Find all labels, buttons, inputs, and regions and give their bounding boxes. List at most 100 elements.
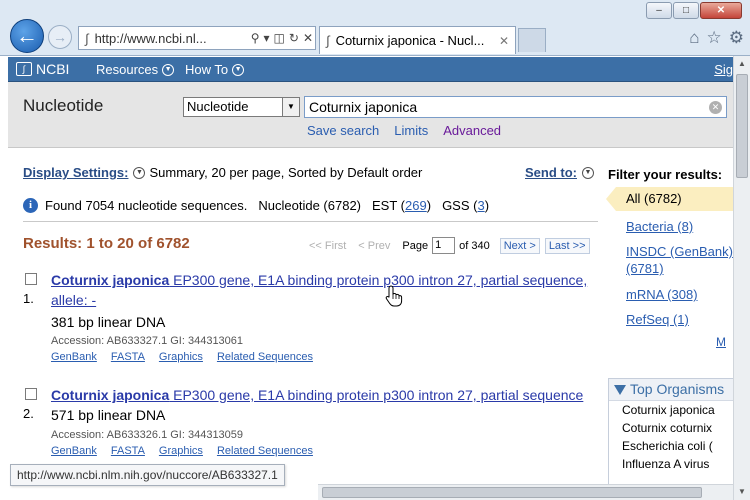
maximize-button[interactable]: □ (673, 2, 699, 19)
save-search-link[interactable]: Save search (307, 123, 379, 138)
last-page-link[interactable]: Last >> (544, 237, 590, 254)
scroll-down-icon[interactable]: ▼ (734, 484, 750, 500)
ncbi-favicon-icon: ∫ (85, 30, 89, 46)
close-window-button[interactable]: ✕ (700, 2, 742, 19)
filter-title: Filter your results: (608, 167, 723, 182)
next-page-link[interactable]: Next > (499, 237, 540, 254)
stop-icon[interactable]: ✕ (303, 31, 313, 45)
tools-gear-icon[interactable]: ⚙ (729, 28, 744, 48)
home-icon[interactable]: ⌂ (689, 28, 699, 48)
close-tab-icon[interactable]: ✕ (499, 34, 509, 48)
organism-item[interactable]: Coturnix japonica (609, 401, 733, 419)
address-url: http://www.ncbi.nl... (94, 30, 207, 46)
hscroll-thumb[interactable] (322, 487, 702, 498)
vertical-scrollbar[interactable]: ▲ ▼ (733, 56, 750, 500)
window-controls: – □ ✕ (645, 2, 742, 19)
divider (23, 221, 598, 222)
database-title: Nucleotide (23, 96, 104, 115)
page-number-input[interactable]: 1 (432, 237, 456, 254)
est-count-link[interactable]: 269 (405, 198, 427, 213)
top-organisms-header[interactable]: Top Organisms (609, 379, 733, 401)
result-links: GenBank FASTA Graphics Related Sequences (51, 445, 327, 457)
refresh-icon[interactable]: ↻ (289, 31, 299, 45)
fasta-link[interactable]: FASTA (111, 351, 145, 363)
filter-all[interactable]: All (6782) (606, 187, 733, 211)
organism-item[interactable]: Escherichia coli ( (609, 437, 733, 455)
sign-in-link[interactable]: Sig (714, 62, 733, 77)
clear-search-icon[interactable]: ✕ (709, 101, 722, 114)
result-item: 1. Coturnix japonica EP300 gene, E1A bin… (23, 270, 603, 370)
browser-tab[interactable]: ∫ Coturnix japonica - Nucl... ✕ (319, 26, 516, 54)
display-settings-row: Display Settings: ▼ Summary, 20 per page… (23, 165, 598, 180)
status-bar-url: http://www.ncbi.nlm.nih.gov/nuccore/AB63… (10, 464, 285, 486)
filter-insdc[interactable]: INSDC (GenBank) (6781) (626, 243, 733, 277)
pager: << First < Prev Page 1 of 340 Next > Las… (309, 237, 595, 254)
search-links: Save search Limits Advanced (307, 123, 516, 138)
graphics-link[interactable]: Graphics (159, 351, 203, 363)
limits-link[interactable]: Limits (394, 123, 428, 138)
genbank-link[interactable]: GenBank (51, 351, 97, 363)
found-summary: i Found 7054 nucleotide sequences. Nucle… (23, 198, 489, 213)
related-sequences-link[interactable]: Related Sequences (217, 351, 313, 363)
display-settings-value: Summary, 20 per page, Sorted by Default … (149, 165, 423, 180)
first-page-link[interactable]: << First (309, 240, 346, 252)
genbank-link[interactable]: GenBank (51, 445, 97, 457)
result-checkbox[interactable] (25, 273, 37, 285)
chevron-down-icon: ▼ (232, 63, 245, 76)
hand-cursor-icon (385, 285, 403, 307)
main-content: Display Settings: ▼ Summary, 20 per page… (8, 149, 733, 500)
result-number: 2. (23, 406, 34, 421)
compat-view-icon[interactable]: ◫ (274, 31, 285, 45)
graphics-link[interactable]: Graphics (159, 445, 203, 457)
result-length: 571 bp linear DNA (51, 407, 166, 423)
scroll-up-icon[interactable]: ▲ (734, 56, 750, 72)
address-bar[interactable]: ∫ http://www.ncbi.nl... ⚲ ▾ ◫ ↻ ✕ (78, 26, 316, 50)
filter-sidebar: Filter your results: All (6782) Bacteria… (606, 149, 733, 500)
horizontal-scrollbar[interactable] (318, 484, 733, 500)
scroll-thumb[interactable] (736, 74, 748, 178)
search-icon[interactable]: ⚲ (251, 31, 260, 45)
results-title: Results: 1 to 20 of 6782 (23, 235, 190, 252)
top-organisms-panel: Top Organisms Coturnix japonica Coturnix… (608, 378, 733, 500)
resources-menu[interactable]: Resources ▼ (96, 62, 175, 77)
prev-page-link[interactable]: < Prev (358, 240, 390, 252)
fasta-link[interactable]: FASTA (111, 445, 145, 457)
info-icon: i (23, 198, 38, 213)
favorites-star-icon[interactable]: ☆ (707, 28, 722, 48)
ncbi-logo[interactable]: ∫ NCBI (16, 61, 69, 77)
howto-menu[interactable]: How To ▼ (185, 62, 245, 77)
ncbi-logo-icon: ∫ (16, 62, 32, 76)
more-filters-link[interactable]: M (716, 335, 726, 349)
browser-toolbar-icons: ⌂ ☆ ⚙ (689, 28, 744, 48)
search-area: Nucleotide Nucleotide ▼ Coturnix japonic… (8, 82, 733, 148)
ncbi-header-bar: ∫ NCBI Resources ▼ How To ▼ Sig (8, 57, 733, 82)
organism-item[interactable]: Influenza A virus (609, 455, 733, 473)
new-tab-button[interactable] (518, 28, 546, 52)
send-to-control[interactable]: Send to: ▼ (525, 165, 598, 180)
result-accession: Accession: AB633326.1 GI: 344313059 (51, 429, 244, 441)
gss-count-link[interactable]: 3 (477, 198, 484, 213)
organism-item[interactable]: Coturnix coturnix (609, 419, 733, 437)
result-links: GenBank FASTA Graphics Related Sequences (51, 351, 327, 363)
dropdown-arrow-icon: ▼ (282, 98, 299, 116)
display-settings-link[interactable]: Display Settings: (23, 165, 128, 180)
filter-bacteria[interactable]: Bacteria (8) (626, 218, 733, 235)
related-sequences-link[interactable]: Related Sequences (217, 445, 313, 457)
chevron-down-icon: ▼ (582, 166, 594, 179)
result-accession: Accession: AB633327.1 GI: 344313061 (51, 335, 244, 347)
filter-refseq[interactable]: RefSeq (1) (626, 311, 733, 328)
filter-mrna[interactable]: mRNA (308) (626, 286, 733, 303)
database-select[interactable]: Nucleotide ▼ (183, 97, 300, 117)
forward-button[interactable]: → (48, 25, 72, 49)
dropdown-icon[interactable]: ▾ (264, 31, 270, 45)
tab-favicon-icon: ∫ (326, 33, 330, 48)
advanced-link[interactable]: Advanced (443, 123, 501, 138)
search-input[interactable]: Coturnix japonica ✕ (304, 96, 727, 118)
minimize-button[interactable]: – (646, 2, 672, 19)
chevron-down-icon[interactable]: ▼ (133, 166, 146, 179)
result-title-link[interactable]: Coturnix japonica EP300 gene, E1A bindin… (51, 385, 601, 405)
result-checkbox[interactable] (25, 388, 37, 400)
back-button[interactable]: ← (10, 19, 44, 53)
collapse-triangle-icon (614, 385, 626, 395)
result-title-link[interactable]: Coturnix japonica EP300 gene, E1A bindin… (51, 270, 601, 310)
